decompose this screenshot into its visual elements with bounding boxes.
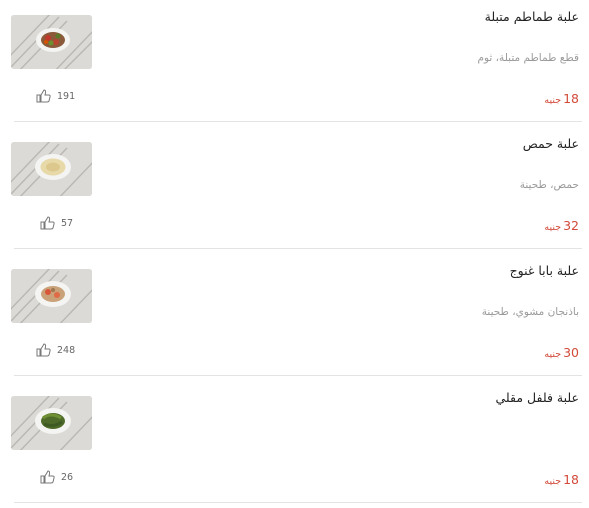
like-count: 26 bbox=[61, 471, 74, 483]
thumbs-up-icon bbox=[40, 216, 55, 230]
menu-list: علبة طماطم متبلة قطع طماطم متبلة، ثوم 18… bbox=[0, 0, 589, 503]
menu-item[interactable]: علبة حمص حمص، طحينة 32جنيه 57 bbox=[0, 127, 589, 254]
item-price: 18جنيه bbox=[544, 469, 579, 488]
item-description: قطع طماطم متبلة، ثوم bbox=[477, 52, 579, 64]
food-photo-tomato[interactable] bbox=[11, 15, 92, 69]
item-title[interactable]: علبة فلفل مقلي bbox=[496, 390, 580, 405]
food-photo-pepper[interactable] bbox=[11, 396, 92, 450]
divider bbox=[14, 375, 582, 376]
price-value: 18 bbox=[563, 91, 579, 106]
price-value: 18 bbox=[563, 472, 579, 487]
item-description: حمص، طحينة bbox=[519, 179, 579, 191]
price-value: 30 bbox=[563, 345, 579, 360]
like-count: 191 bbox=[57, 90, 76, 102]
item-description: باذنجان مشوي، طحينة bbox=[481, 306, 579, 318]
thumbs-up-icon bbox=[40, 470, 55, 484]
food-photo-babaghanoush[interactable] bbox=[11, 269, 92, 323]
price-value: 32 bbox=[563, 218, 579, 233]
thumbs-up-icon bbox=[36, 89, 51, 103]
menu-item[interactable]: علبة طماطم متبلة قطع طماطم متبلة، ثوم 18… bbox=[0, 0, 589, 127]
thumbs-up-icon bbox=[36, 343, 51, 357]
like-button[interactable]: 57 bbox=[40, 216, 73, 230]
divider bbox=[14, 248, 582, 249]
price-currency: جنيه bbox=[544, 222, 562, 233]
like-count: 57 bbox=[61, 217, 74, 229]
like-count: 248 bbox=[57, 344, 76, 356]
item-title[interactable]: علبة بابا غنوج bbox=[510, 263, 579, 278]
price-currency: جنيه bbox=[544, 476, 562, 487]
food-photo-hummus[interactable] bbox=[11, 142, 92, 196]
price-currency: جنيه bbox=[544, 349, 562, 360]
item-title[interactable]: علبة حمص bbox=[523, 136, 579, 151]
divider bbox=[14, 121, 582, 122]
menu-item[interactable]: علبة بابا غنوج باذنجان مشوي، طحينة 30جني… bbox=[0, 254, 589, 381]
item-price: 18جنيه bbox=[544, 88, 579, 107]
like-button[interactable]: 26 bbox=[40, 470, 73, 484]
price-currency: جنيه bbox=[544, 95, 562, 106]
item-price: 30جنيه bbox=[544, 342, 579, 361]
like-button[interactable]: 191 bbox=[36, 89, 75, 103]
like-button[interactable]: 248 bbox=[36, 343, 75, 357]
item-title[interactable]: علبة طماطم متبلة bbox=[485, 9, 579, 24]
item-price: 32جنيه bbox=[544, 215, 579, 234]
menu-item[interactable]: علبة فلفل مقلي 18جنيه 26 bbox=[0, 381, 589, 508]
